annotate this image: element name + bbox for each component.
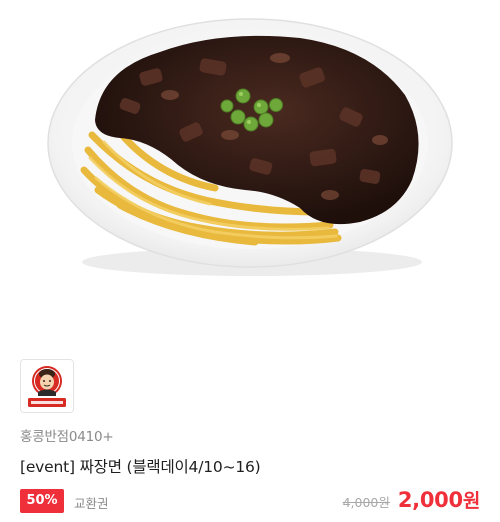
product-title[interactable]: [event] 짜장면 (블랙데이4/10~16): [20, 455, 261, 477]
product-image[interactable]: [0, 0, 500, 340]
original-price: 4,000원: [342, 495, 390, 510]
brand-chef-logo-icon: [21, 360, 73, 412]
brand-logo[interactable]: [20, 359, 74, 413]
sale-price-amount: 2,000: [397, 488, 463, 512]
price-group: 4,000원 2,000원: [342, 486, 481, 516]
price-row: 50% 교환권 4,000원 2,000원: [20, 486, 480, 516]
jjajangmyeon-bowl-image: [47, 18, 453, 276]
sale-price: 2,000원: [398, 486, 480, 513]
sale-price-currency: 원: [462, 490, 480, 512]
discount-badge: 50%: [20, 489, 64, 513]
brand-name[interactable]: 홍콩반점0410+: [20, 425, 114, 445]
coupon-type-label: 교환권: [74, 496, 109, 511]
